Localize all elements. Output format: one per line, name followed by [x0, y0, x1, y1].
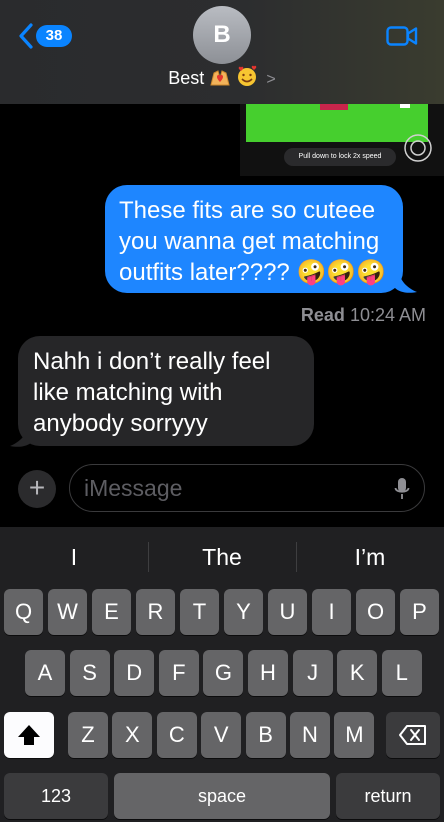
sent-message-bubble[interactable]: These fits are so cuteee you wanna get m…: [105, 185, 403, 293]
shift-key[interactable]: [4, 712, 54, 758]
key-w[interactable]: W: [48, 589, 87, 635]
key-s[interactable]: S: [69, 650, 110, 696]
imessage-placeholder: iMessage: [84, 475, 183, 501]
key-f[interactable]: F: [158, 650, 199, 696]
key-x[interactable]: X: [112, 712, 153, 758]
sent-bubble-tail: [395, 270, 417, 293]
contact-name: Best: [168, 68, 205, 88]
thumbnail-detail-white: [400, 104, 410, 108]
key-z[interactable]: Z: [68, 712, 108, 758]
space-key[interactable]: space: [114, 773, 330, 819]
back-button[interactable]: 38: [18, 22, 72, 50]
apps-plus-button[interactable]: +: [18, 470, 56, 508]
key-e[interactable]: E: [92, 589, 131, 635]
record-ring-icon[interactable]: [402, 132, 434, 169]
microphone-icon[interactable]: [394, 477, 410, 501]
key-b[interactable]: B: [245, 712, 286, 758]
unread-count-badge: 38: [36, 25, 72, 47]
chevron-right-icon: >: [266, 71, 276, 88]
key-c[interactable]: C: [156, 712, 197, 758]
key-q[interactable]: Q: [4, 589, 43, 635]
key-r[interactable]: R: [136, 589, 175, 635]
read-receipt: Read 10:24 AM: [301, 305, 426, 326]
suggestion-2[interactable]: The: [148, 527, 296, 587]
key-k[interactable]: K: [337, 650, 378, 696]
thumbnail-detail: [320, 104, 348, 110]
suggestion-3[interactable]: I’m: [296, 527, 444, 587]
speed-hint-pill: Pull down to lock 2x speed: [284, 148, 396, 166]
video-camera-icon[interactable]: [386, 25, 418, 52]
read-time: 10:24 AM: [349, 305, 426, 325]
key-i[interactable]: I: [312, 589, 351, 635]
key-n[interactable]: N: [290, 712, 330, 758]
key-y[interactable]: Y: [224, 589, 263, 635]
key-l[interactable]: L: [381, 650, 422, 696]
backspace-icon: [399, 725, 426, 745]
imessage-input[interactable]: iMessage: [69, 464, 425, 512]
key-v[interactable]: V: [201, 712, 242, 758]
received-message-text: Nahh i don’t really feel like matching w…: [33, 348, 271, 437]
key-p[interactable]: P: [400, 589, 439, 635]
key-o[interactable]: O: [356, 589, 395, 635]
key-t[interactable]: T: [180, 589, 219, 635]
shift-arrow-icon: [18, 725, 40, 745]
conversation-header: 38 B Best >: [0, 0, 444, 104]
sent-message-text: These fits are so cuteee you wanna get m…: [119, 197, 387, 286]
suggestion-1[interactable]: I: [0, 527, 148, 587]
numbers-key[interactable]: 123: [4, 773, 108, 819]
key-d[interactable]: D: [114, 650, 155, 696]
return-key[interactable]: return: [336, 773, 440, 819]
speed-hint-text: Pull down to lock 2x speed: [298, 153, 382, 160]
smiling-face-with-hearts-icon: [236, 65, 258, 92]
chevron-left-icon: [19, 23, 33, 49]
hands-heart-icon: [209, 69, 231, 92]
delete-key[interactable]: [386, 712, 440, 758]
received-message-bubble[interactable]: Nahh i don’t really feel like matching w…: [18, 336, 314, 446]
read-status: Read: [300, 305, 345, 325]
key-a[interactable]: A: [25, 650, 65, 696]
received-bubble-tail: [10, 424, 32, 447]
key-u[interactable]: U: [268, 589, 307, 635]
contact-name-row[interactable]: Best >: [0, 65, 444, 92]
key-h[interactable]: H: [248, 650, 288, 696]
predictive-bar: I The I’m: [0, 527, 444, 587]
key-g[interactable]: G: [203, 650, 244, 696]
key-m[interactable]: M: [334, 712, 375, 758]
contact-avatar[interactable]: B: [193, 6, 251, 64]
keyboard: I The I’m QWERTYUIOP ASDFGHJKL ZXCVBNM 1…: [0, 527, 444, 822]
key-j[interactable]: J: [292, 650, 333, 696]
